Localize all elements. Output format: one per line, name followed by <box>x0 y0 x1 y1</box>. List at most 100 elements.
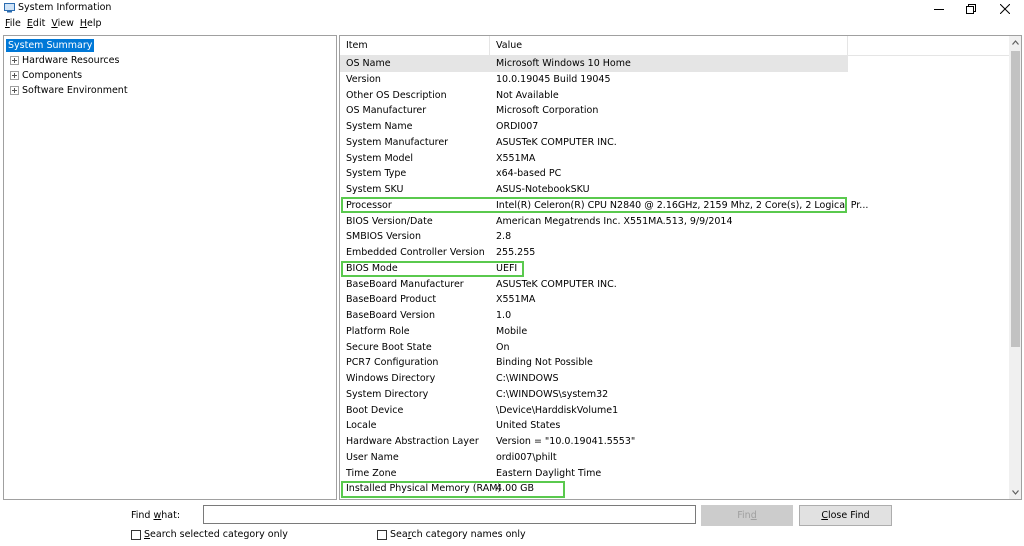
column-header-value[interactable]: Value <box>490 36 848 56</box>
scroll-down-button[interactable] <box>1009 486 1021 499</box>
highlight-bios-mode <box>341 261 524 277</box>
close-find-button[interactable]: Close Find <box>799 505 892 526</box>
row-item: SMBIOS Version <box>346 231 422 243</box>
row-value: Microsoft Windows 10 Home <box>496 58 631 69</box>
expand-icon[interactable] <box>10 55 19 65</box>
row-item: OS Name <box>346 58 391 69</box>
table-row[interactable]: Time Zone Eastern Daylight Time <box>340 466 848 482</box>
table-row[interactable]: SMBIOS Version 2.8 <box>340 229 848 245</box>
table-row[interactable]: Version 10.0.19045 Build 19045 <box>340 72 848 88</box>
scrollbar-thumb[interactable] <box>1011 51 1020 347</box>
table-row[interactable]: System Directory C:\WINDOWS\system32 <box>340 387 848 403</box>
table-row[interactable]: OS Name Microsoft Windows 10 Home <box>340 56 848 72</box>
row-value: ASUSTeK COMPUTER INC. <box>496 278 617 290</box>
tree-item-system-summary[interactable]: System Summary <box>6 38 95 52</box>
row-value: 2.8 <box>496 231 512 243</box>
row-value: ORDI007 <box>496 121 539 132</box>
table-row[interactable]: System Type x64-based PC <box>340 166 848 182</box>
details-list[interactable]: Item Value OS Name Microsoft Windows 10 H… <box>339 35 1022 500</box>
table-row[interactable]: System SKU ASUS-NotebookSKU <box>340 182 848 198</box>
table-row[interactable]: Hardware Abstraction Layer Version = "10.… <box>340 434 848 450</box>
highlight-installed-memory <box>341 481 565 498</box>
find-what-label: Find what: <box>131 510 181 521</box>
tree-item-software-environment[interactable]: Software Environment <box>10 83 128 97</box>
table-row[interactable]: System Manufacturer ASUSTeK COMPUTER INC. <box>340 135 848 151</box>
table-row[interactable]: Boot Device \Device\HarddiskVolume1 <box>340 403 848 419</box>
row-value: Binding Not Possible <box>496 357 593 369</box>
table-row[interactable]: Locale United States <box>340 418 848 434</box>
table-row[interactable]: Windows Directory C:\WINDOWS <box>340 371 848 387</box>
expand-icon[interactable] <box>10 85 19 95</box>
row-value: ASUS-NotebookSKU <box>496 184 590 195</box>
table-row[interactable]: Other OS Description Not Available <box>340 88 848 104</box>
row-value: Mobile <box>496 325 528 337</box>
menu-view[interactable]: View <box>50 17 79 33</box>
search-category-names-checkbox[interactable] <box>377 529 387 540</box>
table-row[interactable]: Platform Role Mobile <box>340 324 848 340</box>
search-selected-category-checkbox[interactable] <box>131 529 141 540</box>
row-value: 10.0.19045 Build 19045 <box>496 73 611 85</box>
row-value: United States <box>496 420 561 432</box>
row-item: Locale <box>346 420 377 432</box>
menu-help[interactable]: Help <box>79 17 107 33</box>
row-value: Eastern Daylight Time <box>496 467 602 479</box>
row-item: Version <box>346 73 381 85</box>
row-item: System Manufacturer <box>346 136 449 148</box>
row-value: \Device\HarddiskVolume1 <box>496 404 619 416</box>
row-item: System Model <box>346 152 413 164</box>
table-row[interactable]: Secure Boot State On <box>340 340 848 356</box>
menu-edit[interactable]: Edit <box>26 17 50 33</box>
menu-file[interactable]: File <box>4 17 26 33</box>
table-row[interactable]: BIOS Version/Date American Megatrends Inc… <box>340 214 848 230</box>
table-row[interactable]: BaseBoard Product X551MA <box>340 292 848 308</box>
row-value: Version = "10.0.19041.5553" <box>496 436 636 447</box>
expand-icon[interactable] <box>10 70 19 80</box>
row-item: Embedded Controller Version <box>346 247 485 258</box>
row-value: C:\WINDOWS\system32 <box>496 388 609 400</box>
row-item: Platform Role <box>346 325 410 337</box>
row-item: System Type <box>346 168 407 180</box>
row-value: C:\WINDOWS <box>496 373 559 384</box>
search-category-names-option[interactable]: Search category names only <box>377 529 526 540</box>
find-button[interactable]: Fin d <box>701 505 793 526</box>
close-icon <box>1000 3 1010 14</box>
restore-button[interactable] <box>954 0 988 17</box>
tree-item-label: System Summary <box>6 38 95 52</box>
find-what-input[interactable] <box>203 505 696 524</box>
system-information-icon <box>4 3 15 13</box>
restore-icon <box>966 3 976 14</box>
table-row[interactable]: OS Manufacturer Microsoft Corporation <box>340 103 848 119</box>
table-row[interactable]: BaseBoard Version 1.0 <box>340 308 848 324</box>
category-tree[interactable]: System Summary Hardware Resources Compon… <box>3 35 337 500</box>
tree-item-hardware-resources[interactable]: Hardware Resources <box>10 53 119 67</box>
window-title: System Information <box>18 2 112 13</box>
column-header-item[interactable]: Item <box>340 36 490 56</box>
table-row[interactable]: System Name ORDI007 <box>340 119 848 135</box>
minimize-button[interactable] <box>922 0 956 17</box>
scroll-up-button[interactable] <box>1009 36 1021 49</box>
table-row[interactable]: Embedded Controller Version 255.255 <box>340 245 848 261</box>
vertical-scrollbar[interactable] <box>1009 36 1021 499</box>
highlight-processor <box>341 197 847 213</box>
minimize-icon <box>934 8 944 10</box>
table-row[interactable]: BaseBoard Manufacturer ASUSTeK COMPUTER I… <box>340 277 848 293</box>
row-value: Not Available <box>496 89 559 101</box>
chevron-up-icon <box>1012 40 1019 45</box>
row-item: PCR7 Configuration <box>346 357 439 369</box>
row-value: Microsoft Corporation <box>496 105 599 117</box>
menu-bar: File Edit View Help <box>0 17 1024 33</box>
row-item: System Directory <box>346 388 429 400</box>
row-item: OS Manufacturer <box>346 105 427 117</box>
checkbox-label: Search category names only <box>390 529 526 540</box>
tree-item-label: Components <box>22 69 83 81</box>
search-selected-category-option[interactable]: Search selected category only <box>131 529 288 540</box>
row-item: BaseBoard Manufacturer <box>346 278 464 290</box>
close-button[interactable] <box>988 0 1022 17</box>
table-row[interactable]: User Name ordi007\philt <box>340 450 848 466</box>
tree-item-components[interactable]: Components <box>10 68 82 82</box>
table-row[interactable]: PCR7 Configuration Binding Not Possible <box>340 355 848 371</box>
row-value: ordi007\philt <box>496 451 557 463</box>
row-value: x64-based PC <box>496 168 562 180</box>
table-row[interactable]: System Model X551MA <box>340 151 848 167</box>
row-item: User Name <box>346 451 399 463</box>
